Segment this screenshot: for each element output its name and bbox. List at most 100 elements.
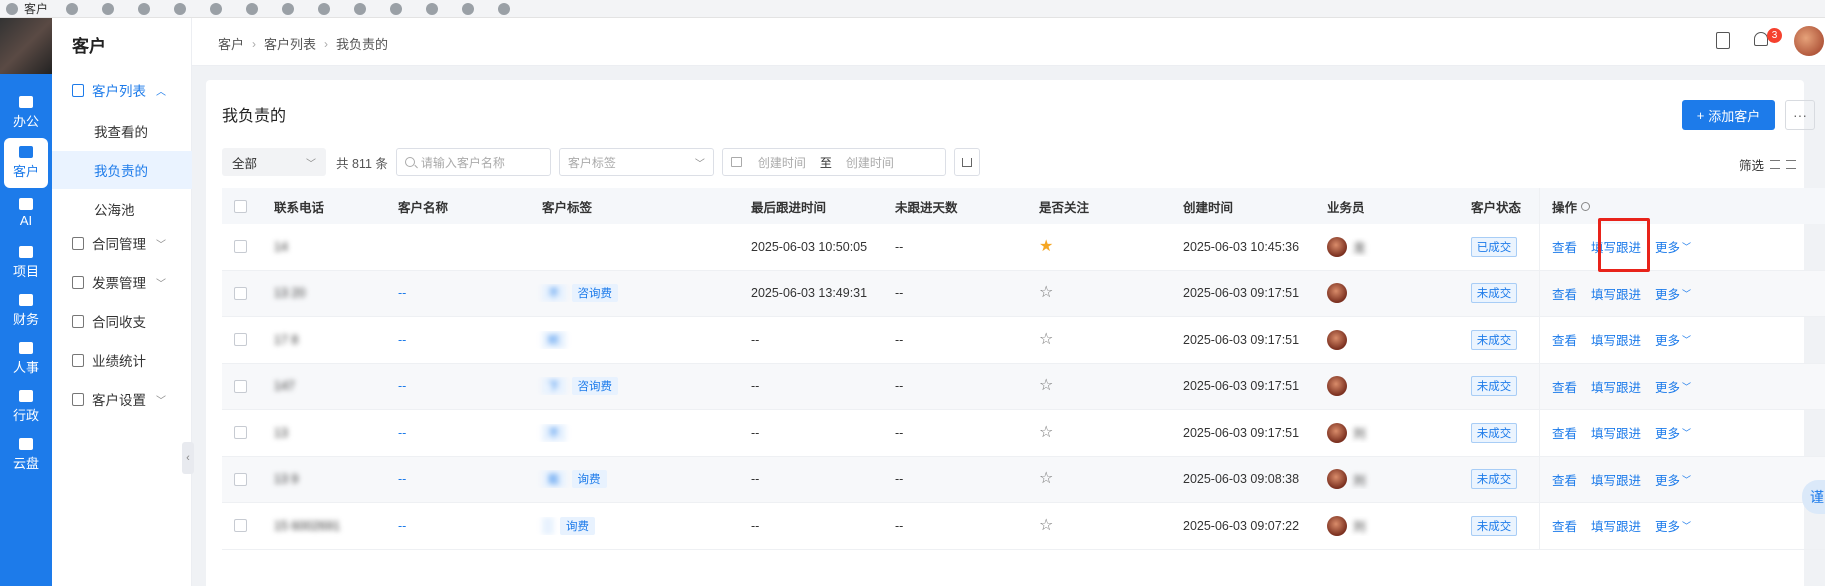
bookmark-item[interactable] — [354, 2, 372, 16]
subnav-group-label: 合同收支 — [92, 315, 146, 330]
bookmark-item[interactable] — [174, 2, 192, 16]
subnav-group[interactable]: 合同收支 — [52, 302, 192, 340]
row-name[interactable]: -- — [386, 379, 530, 393]
star-outline-icon[interactable]: ☆ — [1039, 285, 1053, 301]
more-menu-button[interactable]: 更多 — [1655, 284, 1680, 303]
subnav-item[interactable]: 公海池 — [52, 190, 192, 228]
tag-select[interactable]: 客户标签 ﹀ — [558, 148, 714, 176]
bookmark-item[interactable]: 客户 — [6, 2, 48, 16]
more-menu-button[interactable]: 更多 — [1655, 377, 1680, 396]
star-outline-icon[interactable]: ☆ — [1039, 471, 1053, 487]
rail-item-8[interactable]: 云盘 — [0, 430, 52, 480]
view-button[interactable]: 查看 — [1552, 237, 1577, 256]
row-created: 2025-06-03 09:17:51 — [1183, 332, 1300, 347]
more-menu-button[interactable]: 更多 — [1655, 423, 1680, 442]
column-settings-icon[interactable] — [1786, 160, 1797, 169]
subnav-group-customer-list[interactable]: 客户列表 ︿ — [52, 68, 192, 112]
bookmark-item[interactable] — [462, 2, 480, 16]
follow-up-button[interactable]: 填写跟进 — [1591, 284, 1641, 303]
follow-up-button[interactable]: 填写跟进 — [1591, 330, 1641, 349]
subnav-item[interactable]: 我负责的 — [52, 151, 192, 189]
sales-avatar — [1327, 422, 1347, 443]
bookmark-item[interactable] — [282, 2, 300, 16]
row-name[interactable]: -- — [386, 472, 530, 486]
subnav-group[interactable]: 客户设置 ﹀ — [52, 380, 192, 418]
row-checkbox[interactable] — [222, 472, 262, 486]
rail-item-1[interactable]: 办公 — [0, 88, 52, 138]
chevron-up-icon: ︿ — [156, 86, 166, 98]
rail-item-4[interactable]: 项目 — [0, 238, 52, 288]
row-checkbox[interactable] — [222, 286, 262, 300]
subnav-group[interactable]: 合同管理 ﹀ — [52, 224, 192, 262]
star-outline-icon[interactable]: ☆ — [1039, 332, 1053, 348]
floating-assistant-chip[interactable]: 谨 — [1802, 480, 1825, 514]
breadcrumb-item[interactable]: 客户列表 — [264, 34, 316, 53]
star-outline-icon[interactable]: ☆ — [1039, 518, 1053, 534]
sidebar-collapse-handle[interactable]: ‹ — [182, 442, 194, 474]
more-menu-button[interactable]: 更多 — [1655, 516, 1680, 535]
star-outline-icon[interactable]: ☆ — [1039, 378, 1053, 394]
checkbox-box — [234, 426, 247, 440]
view-button[interactable]: 查看 — [1552, 284, 1577, 303]
created-date-range[interactable]: 创建时间 至 创建时间 — [721, 148, 946, 176]
row-checkbox[interactable] — [222, 333, 262, 347]
document-icon[interactable] — [1716, 32, 1730, 49]
user-avatar[interactable] — [0, 18, 52, 74]
bookmark-item[interactable] — [210, 2, 228, 16]
bookmark-item[interactable] — [390, 2, 408, 16]
more-actions-button[interactable]: ··· — [1785, 100, 1815, 130]
follow-up-button[interactable]: 填写跟进 — [1591, 516, 1641, 535]
rail-item-6[interactable]: 人事 — [0, 334, 52, 384]
plus-icon: + — [1696, 107, 1705, 123]
subnav-group[interactable]: 发票管理 ﹀ — [52, 263, 192, 301]
bookmark-item[interactable] — [498, 2, 516, 16]
rail-item-3[interactable]: AI — [0, 188, 52, 238]
row-last-follow: -- — [751, 332, 760, 347]
rail-item-5[interactable]: 财务 — [0, 286, 52, 336]
view-button[interactable]: 查看 — [1552, 423, 1577, 442]
more-menu-button[interactable]: 更多 — [1655, 237, 1680, 256]
scope-select[interactable]: 全部 ﹀ — [222, 148, 326, 176]
view-button[interactable]: 查看 — [1552, 377, 1577, 396]
bookmark-item[interactable] — [138, 2, 156, 16]
more-menu-button[interactable]: 更多 — [1655, 470, 1680, 489]
select-all-checkbox[interactable] — [222, 199, 262, 213]
bookmark-item[interactable] — [426, 2, 444, 16]
subnav-item[interactable]: 我查看的 — [52, 112, 192, 150]
row-name[interactable]: -- — [386, 286, 530, 300]
rail-item-7[interactable]: 行政 — [0, 382, 52, 432]
row-name[interactable]: -- — [386, 519, 530, 533]
row-name[interactable]: -- — [386, 333, 530, 347]
search-input[interactable]: 请输入客户名称 — [395, 148, 551, 176]
row-checkbox[interactable] — [222, 519, 262, 533]
rail-item-label: 客户 — [12, 164, 39, 179]
subnav-group[interactable]: 业绩统计 — [52, 341, 192, 379]
export-button[interactable] — [953, 148, 980, 176]
row-checkbox[interactable] — [222, 240, 262, 254]
follow-up-button[interactable]: 填写跟进 — [1591, 377, 1641, 396]
follow-up-button[interactable]: 填写跟进 — [1591, 423, 1641, 442]
view-button[interactable]: 查看 — [1552, 470, 1577, 489]
row-focus: ★ — [1027, 239, 1171, 255]
bookmark-item[interactable] — [102, 2, 120, 16]
rail-item-2[interactable]: 客户 — [4, 138, 48, 188]
row-name[interactable]: -- — [386, 426, 530, 440]
view-button[interactable]: 查看 — [1552, 516, 1577, 535]
filter-toggle[interactable]: 筛选 — [1739, 155, 1797, 174]
star-outline-icon[interactable]: ☆ — [1039, 425, 1053, 441]
customer-icon — [19, 146, 33, 158]
more-menu-button[interactable]: 更多 — [1655, 330, 1680, 349]
bookmark-item[interactable] — [66, 2, 84, 16]
view-button[interactable]: 查看 — [1552, 330, 1577, 349]
follow-up-button[interactable]: 填写跟进 — [1591, 470, 1641, 489]
briefcase-icon — [19, 390, 33, 402]
header-avatar[interactable] — [1794, 26, 1824, 56]
bookmark-item[interactable] — [246, 2, 264, 16]
star-filled-icon[interactable]: ★ — [1039, 239, 1053, 255]
bookmark-item[interactable] — [318, 2, 336, 16]
breadcrumb-item[interactable]: 客户 — [218, 34, 244, 53]
row-checkbox[interactable] — [222, 426, 262, 440]
row-checkbox[interactable] — [222, 379, 262, 393]
gear-icon[interactable] — [1581, 201, 1591, 211]
add-customer-button[interactable]: + 添加客户 — [1682, 100, 1775, 130]
